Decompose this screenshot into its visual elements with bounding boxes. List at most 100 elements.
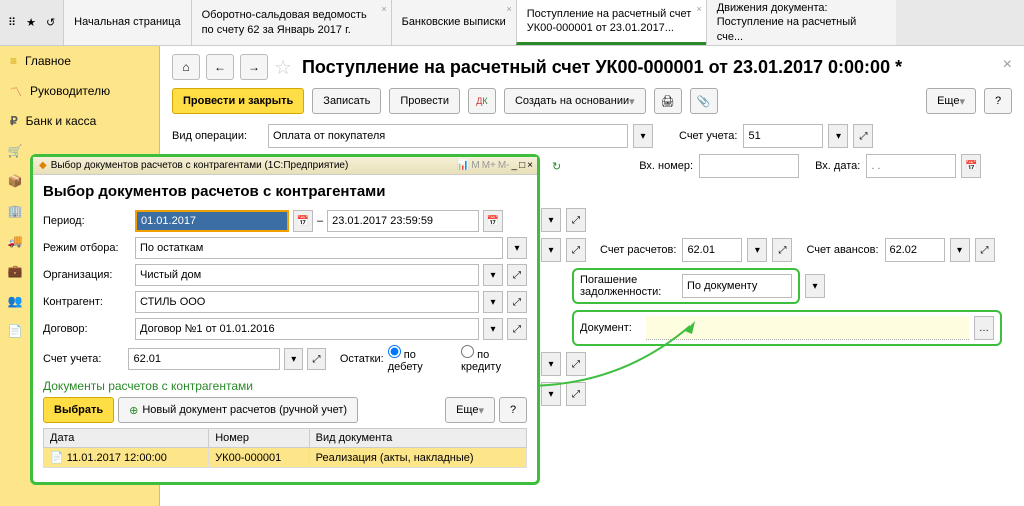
period-from-input[interactable] — [135, 210, 289, 232]
dropdown-icon[interactable]: ▾ — [541, 238, 561, 262]
help-button[interactable]: ? — [499, 397, 527, 423]
contract-input[interactable] — [135, 318, 479, 340]
dialog-titlebar[interactable]: ◆ Выбор документов расчетов с контрагент… — [33, 157, 537, 175]
chart-icon: 〽 — [10, 83, 22, 100]
m-icon[interactable]: M — [471, 160, 479, 171]
create-based-button[interactable]: Создать на основании — [504, 88, 646, 114]
m-plus-icon[interactable]: M+ — [482, 160, 496, 171]
dropdown-icon[interactable]: ▾ — [284, 348, 303, 370]
forward-button[interactable]: → — [240, 54, 268, 80]
maximize-icon[interactable]: □ — [519, 160, 525, 171]
dropdown-icon[interactable]: ▾ — [541, 208, 561, 232]
table-row[interactable]: 📄 11.01.2017 12:00:00 УК00-000001 Реализ… — [44, 448, 527, 468]
sidebar-item-6[interactable]: 🏢 — [0, 196, 30, 226]
help-button[interactable]: ? — [984, 88, 1012, 114]
dropdown-icon[interactable]: ▾ — [541, 352, 561, 376]
calendar-icon[interactable]: 📅 — [961, 154, 981, 178]
dropdown-icon[interactable]: ▾ — [483, 291, 503, 313]
calendar-icon[interactable]: 📅 — [483, 210, 503, 232]
dk-button[interactable]: ДК — [468, 88, 496, 114]
in-number-input[interactable] — [699, 154, 799, 178]
sidebar-item-4[interactable]: 🛒 — [0, 136, 30, 166]
refresh-icon[interactable]: ↻ — [552, 160, 561, 173]
sidebar-item-8[interactable]: 💼 — [0, 256, 30, 286]
calendar-icon[interactable]: 📅 — [293, 210, 313, 232]
dropdown-icon[interactable]: ▾ — [828, 124, 848, 148]
open-icon[interactable]: ⤢ — [507, 318, 527, 340]
warehouse-icon: 🏢 — [8, 204, 23, 218]
sidebar-item-main[interactable]: ≡ Главное — [0, 46, 159, 76]
period-to-input[interactable] — [327, 210, 479, 232]
by-debit-radio[interactable]: по дебету — [388, 345, 449, 373]
apps-icon[interactable]: ⠿ — [8, 16, 16, 29]
close-icon[interactable]: × — [506, 4, 511, 16]
home-button[interactable]: ⌂ — [172, 54, 200, 80]
open-icon[interactable]: ⤢ — [566, 382, 586, 406]
dropdown-icon[interactable]: ▾ — [483, 318, 503, 340]
attach-button[interactable]: 📎 — [690, 88, 718, 114]
col-number[interactable]: Номер — [209, 429, 309, 448]
operation-type-input[interactable] — [268, 124, 628, 148]
counterparty-input[interactable] — [135, 291, 479, 313]
sidebar-item-10[interactable]: 📄 — [0, 316, 30, 346]
selection-mode-input[interactable] — [135, 237, 503, 259]
open-icon[interactable]: ⤢ — [307, 348, 326, 370]
history-icon[interactable]: ↺ — [46, 16, 55, 29]
sidebar-item-manager[interactable]: 〽 Руководителю — [0, 76, 159, 106]
tab-bank[interactable]: Банковские выписки× — [391, 0, 516, 45]
open-icon[interactable]: ⤢ — [566, 352, 586, 376]
close-icon[interactable]: × — [381, 4, 386, 16]
close-document-icon[interactable]: × — [1003, 56, 1012, 74]
dropdown-icon[interactable]: ▾ — [541, 382, 561, 406]
open-icon[interactable]: ⤢ — [772, 238, 792, 262]
by-credit-radio[interactable]: по кредиту — [461, 345, 527, 373]
dropdown-icon[interactable]: ▾ — [747, 238, 767, 262]
tab-osv[interactable]: Оборотно-сальдовая ведомость по счету 62… — [191, 0, 391, 45]
col-date[interactable]: Дата — [44, 429, 209, 448]
organization-input[interactable] — [135, 264, 479, 286]
print-button[interactable]: 🖨 — [654, 88, 682, 114]
post-and-close-button[interactable]: Провести и закрыть — [172, 88, 304, 114]
new-doc-button[interactable]: ⊕Новый документ расчетов (ручной учет) — [118, 397, 358, 423]
more-button[interactable]: Еще — [445, 397, 495, 423]
sidebar-item-9[interactable]: 👥 — [0, 286, 30, 316]
tab-receipt[interactable]: Поступление на расчетный счет УК00-00000… — [516, 0, 706, 45]
m-minus-icon[interactable]: M- — [498, 160, 510, 171]
close-icon[interactable]: × — [527, 160, 533, 171]
account-input[interactable] — [743, 124, 823, 148]
open-icon[interactable]: ⤢ — [566, 208, 586, 232]
dropdown-icon[interactable]: ▾ — [483, 264, 503, 286]
settlement-account-input[interactable] — [682, 238, 742, 262]
sidebar-item-7[interactable]: 🚚 — [0, 226, 30, 256]
open-icon[interactable]: ⤢ — [566, 238, 586, 262]
dialog-account-input[interactable] — [128, 348, 280, 370]
dropdown-icon[interactable]: ▾ — [633, 124, 653, 148]
dropdown-icon[interactable]: ▾ — [805, 274, 825, 298]
save-button[interactable]: Записать — [312, 88, 381, 114]
back-button[interactable]: ← — [206, 54, 234, 80]
calc-icon[interactable]: 📊 — [457, 160, 469, 171]
post-button[interactable]: Провести — [389, 88, 460, 114]
col-doctype[interactable]: Вид документа — [309, 429, 526, 448]
open-icon[interactable]: ⤢ — [507, 291, 527, 313]
document-input[interactable] — [646, 316, 969, 340]
favorite-icon[interactable]: ☆ — [274, 55, 292, 80]
debt-repay-input[interactable] — [682, 274, 792, 298]
advance-account-input[interactable] — [885, 238, 945, 262]
tab-home[interactable]: Начальная страница — [63, 0, 190, 45]
minimize-icon[interactable]: _ — [512, 160, 518, 171]
more-button[interactable]: Еще — [926, 88, 976, 114]
ellipsis-icon[interactable]: … — [974, 316, 994, 340]
sidebar-item-5[interactable]: 📦 — [0, 166, 30, 196]
dropdown-icon[interactable]: ▾ — [950, 238, 970, 262]
tab-movements[interactable]: Движения документа: Поступление на расче… — [706, 0, 896, 45]
open-icon[interactable]: ⤢ — [853, 124, 873, 148]
select-button[interactable]: Выбрать — [43, 397, 114, 423]
dropdown-icon[interactable]: ▾ — [507, 237, 527, 259]
sidebar-item-bank[interactable]: ₽ Банк и касса — [0, 106, 159, 136]
open-icon[interactable]: ⤢ — [507, 264, 527, 286]
in-date-input[interactable] — [866, 154, 956, 178]
open-icon[interactable]: ⤢ — [975, 238, 995, 262]
star-icon[interactable]: ★ — [26, 16, 36, 29]
close-icon[interactable]: × — [696, 4, 701, 16]
